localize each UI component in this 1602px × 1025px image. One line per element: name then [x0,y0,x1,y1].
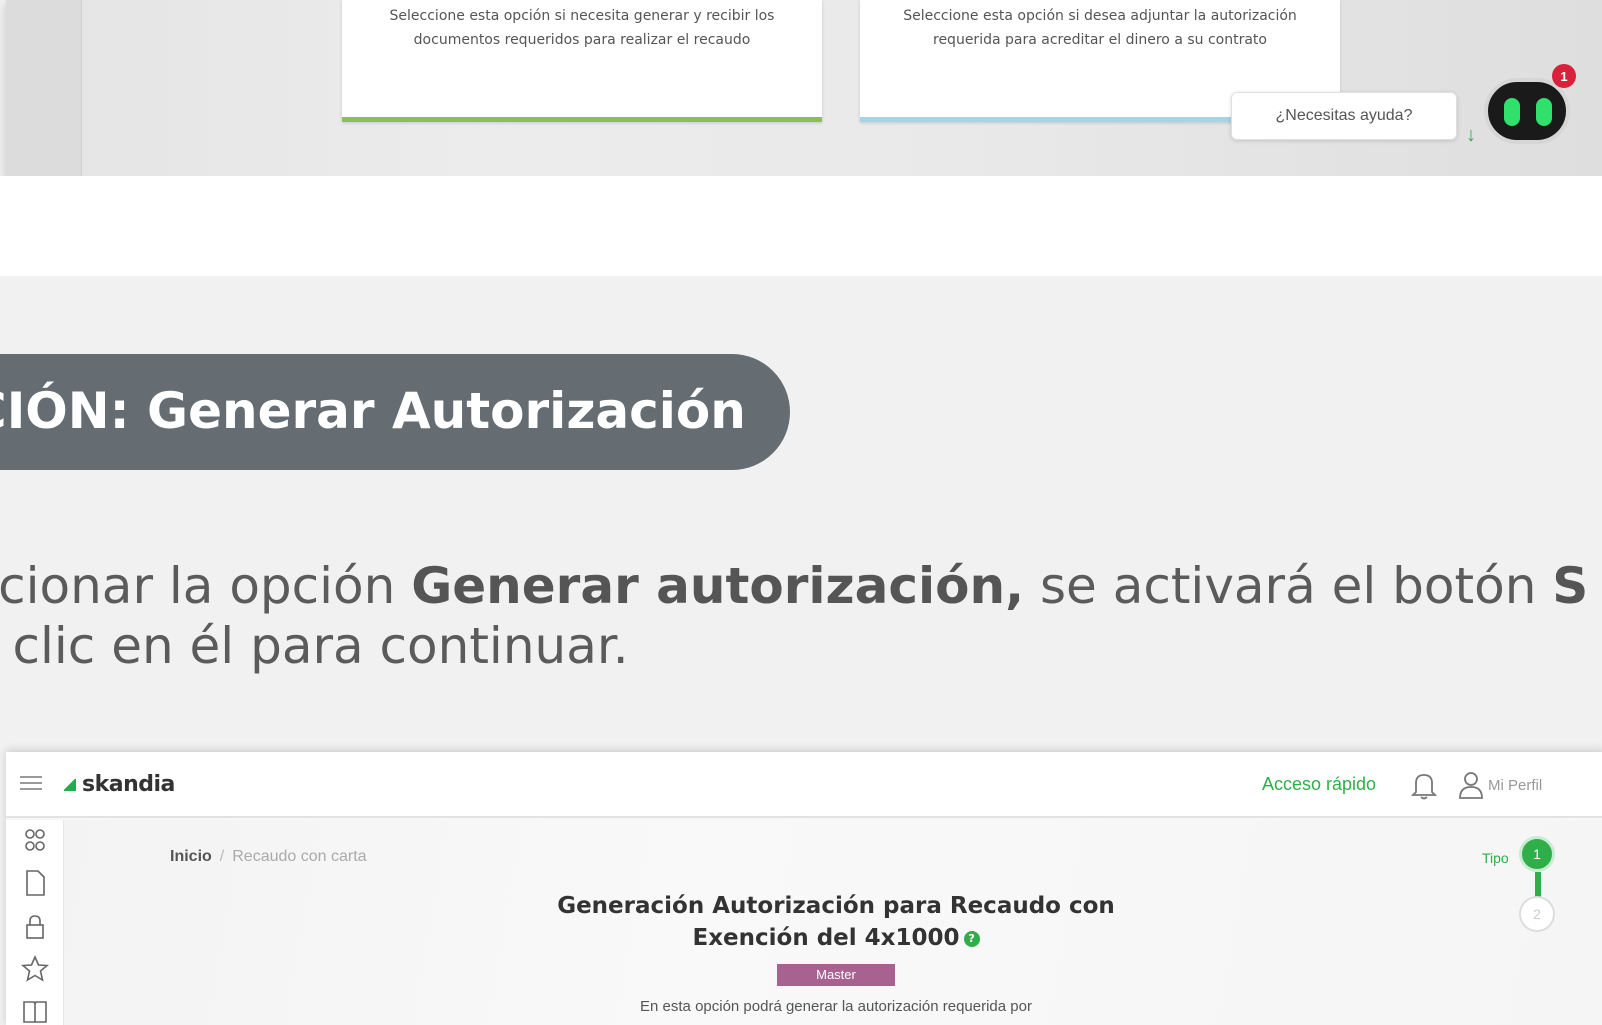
master-tag: Master [777,964,895,986]
option-screenshot: Seleccione esta opción si necesita gener… [6,0,1602,176]
logo-mark-icon [62,777,78,793]
arrow-down-icon: ↓ [1466,124,1476,146]
step-1[interactable]: 1 [1519,836,1555,872]
step-2[interactable]: 2 [1519,896,1555,932]
logo-text: skandia [82,772,175,797]
divider-band [0,176,1602,276]
page-title-line1: Generación Autorización para Recaudo con [557,893,1115,919]
breadcrumb-separator: / [219,848,225,865]
breadcrumb-home[interactable]: Inicio [170,848,212,865]
page-description: En esta opción podrá generar la autoriza… [640,998,1032,1015]
notification-badge: 1 [1552,64,1576,88]
scroll-hint: ↓ [1466,124,1476,147]
book-icon[interactable] [20,996,50,1025]
instruction-bold-button: S [1552,557,1589,615]
generate-option-description: Seleccione esta opción si necesita gener… [389,8,775,48]
stepper-label: Tipo [1482,850,1509,866]
hamburger-menu-icon[interactable] [20,776,42,794]
help-bubble[interactable]: ¿Necesitas ayuda? [1231,92,1457,140]
step-connector [1535,872,1541,898]
breadcrumb: Inicio / Recaudo con carta [170,848,367,866]
page-title-line2: Exención del 4x1000? [516,922,1156,954]
users-icon[interactable] [20,826,50,856]
side-rail-fragment [6,0,82,176]
instruction-bold-option: Generar autorización, [411,557,1025,615]
bot-eye-left [1504,98,1520,126]
breadcrumb-current: Recaudo con carta [232,848,367,865]
bell-icon[interactable] [1410,770,1438,800]
document-icon[interactable] [20,868,50,898]
skandia-logo[interactable]: skandia [62,772,175,797]
help-bubble-text: ¿Necesitas ayuda? [1275,107,1413,124]
generate-option-card[interactable]: Seleccione esta opción si necesita gener… [342,0,822,122]
instruction-line2: a clic en él para continuar. [0,617,629,675]
instruction-part2: se activará el botón [1024,557,1553,615]
page-title: Generación Autorización para Recaudo con… [516,890,1156,954]
profile-label[interactable]: Mi Perfil [1488,777,1542,794]
quick-access-link[interactable]: Acceso rápido [1262,774,1376,795]
instruction-part1: leccionar la opción [0,557,396,615]
attach-option-description: Seleccione esta opción si desea adjuntar… [903,8,1297,48]
app-screenshot: skandia Acceso rápido Mi Perfil Inicio /… [6,752,1602,1025]
app-header: skandia Acceso rápido Mi Perfil [6,752,1602,818]
user-icon[interactable] [1458,770,1484,800]
info-icon[interactable]: ? [963,930,980,947]
chatbot-avatar-icon[interactable] [1484,78,1570,144]
side-rail [6,820,64,1025]
instruction-text: leccionar la opción Generar autorización… [0,556,1602,676]
section-title: CIÓN: Generar Autorización [0,382,746,440]
bot-eye-right [1536,98,1552,126]
lock-icon[interactable] [20,912,50,942]
star-icon[interactable] [20,954,50,984]
